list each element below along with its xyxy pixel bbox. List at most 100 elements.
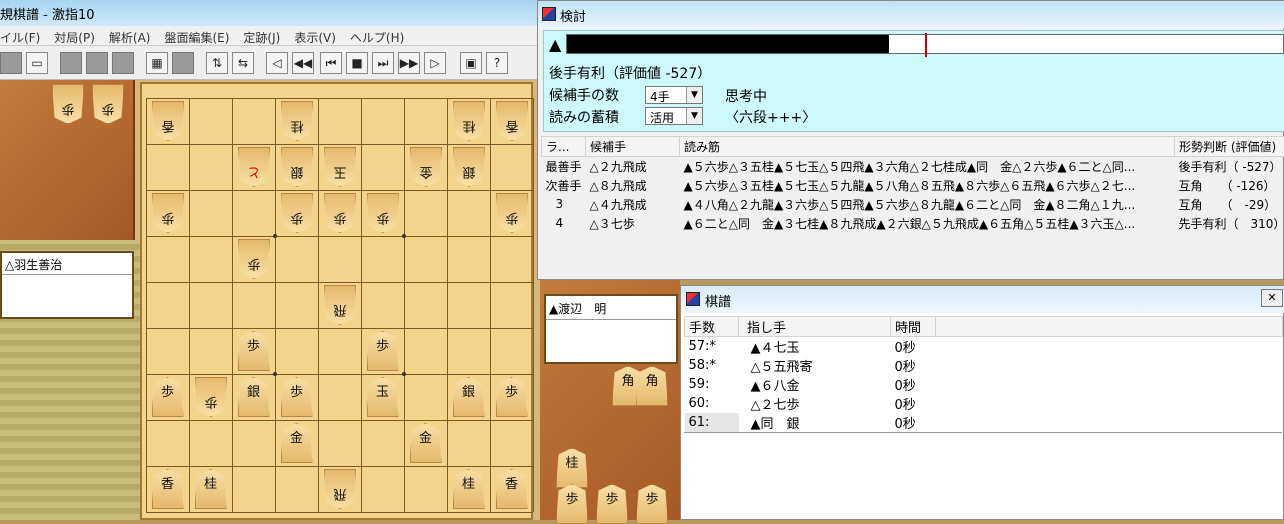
gote-board-piece[interactable]: 桂 — [281, 101, 313, 141]
sente-hand-pawn[interactable]: 歩 — [596, 484, 628, 524]
gote-board-piece[interactable]: 飛 — [324, 469, 356, 509]
chevron-down-icon[interactable]: ▼ — [686, 87, 702, 103]
monitor-icon[interactable]: ▣ — [460, 52, 482, 74]
app-icon — [686, 292, 700, 306]
sente-board-piece[interactable]: 歩 — [367, 331, 399, 371]
sente-board-piece[interactable]: 香 — [496, 469, 528, 509]
sente-board-piece[interactable]: 銀 — [238, 377, 270, 417]
move-text: ▲同 銀 — [739, 413, 891, 432]
gote-board-piece[interactable]: 歩 — [281, 193, 313, 233]
gote-board-piece[interactable]: 香 — [496, 101, 528, 141]
back-10-icon[interactable]: ◀◀ — [292, 52, 314, 74]
edit-board-icon[interactable] — [172, 52, 194, 74]
board-grid-line — [146, 466, 533, 467]
col-time[interactable]: 時間 — [891, 317, 936, 337]
gote-board-piece[interactable]: 歩 — [367, 193, 399, 233]
board-grid-line — [146, 328, 533, 329]
menu-file[interactable]: イル(F) — [0, 29, 40, 45]
gote-hand-pawn[interactable]: 歩 — [52, 84, 84, 124]
gote-board-piece[interactable]: と — [238, 147, 270, 187]
save-icon[interactable] — [60, 52, 82, 74]
sente-board-piece[interactable]: 金 — [281, 423, 313, 463]
gote-board-piece[interactable]: 歩 — [152, 193, 184, 233]
move-number: 60: — [685, 394, 739, 413]
col-move[interactable]: 候補手 — [586, 137, 680, 157]
sente-hand-pawn[interactable]: 歩 — [636, 484, 668, 524]
table-row[interactable]: 最善手 △２九飛成 ▲５六歩△３五桂▲５七玉△５四飛▲３六角△２七桂成▲同 金△… — [542, 157, 1284, 176]
menu-help[interactable]: ヘルプ(H) — [350, 29, 404, 45]
move-time: 0秒 — [891, 337, 936, 357]
gote-hand-pawn[interactable]: 歩 — [92, 84, 124, 124]
gote-board-piece[interactable]: 歩 — [496, 193, 528, 233]
candidates-select[interactable]: 4手 ▼ — [645, 86, 703, 104]
forward-branch-icon[interactable]: ▷ — [424, 52, 446, 74]
first-move-icon[interactable]: ⏮ — [320, 52, 342, 74]
close-icon[interactable]: ✕ — [1261, 289, 1283, 307]
col-rank[interactable]: ラ... — [542, 137, 586, 157]
list-item[interactable]: 58:* △５五飛寄 0秒 — [685, 356, 1283, 375]
list-item[interactable]: 59: ▲６八金 0秒 — [685, 375, 1283, 394]
sente-board-piece[interactable]: 歩 — [496, 377, 528, 417]
gote-board-piece[interactable]: 歩 — [324, 193, 356, 233]
sente-hand-knight[interactable]: 桂 — [556, 448, 588, 488]
stop-icon[interactable]: ■ — [346, 52, 368, 74]
flip-board-icon[interactable]: ⇅ — [206, 52, 228, 74]
copy-icon[interactable] — [112, 52, 134, 74]
sente-board-piece[interactable]: 桂 — [453, 469, 485, 509]
open-file-icon[interactable]: ▭ — [26, 52, 48, 74]
move-text: △５五飛寄 — [739, 356, 891, 375]
reading-select[interactable]: 活用 ▼ — [645, 107, 703, 125]
col-line[interactable]: 読み筋 — [680, 137, 1175, 157]
table-row[interactable]: 3 △４九飛成 ▲４八角△２九龍▲３六歩△５四飛▲５六歩△８九龍▲６二と△同 金… — [542, 195, 1284, 214]
row-line: ▲４八角△２九龍▲３六歩△５四飛▲５六歩△８九龍▲６二と△同 金▲８二角△１九.… — [680, 195, 1175, 214]
row-judge: 先手有利（ 310） — [1175, 214, 1284, 233]
print-icon[interactable] — [86, 52, 108, 74]
col-move-number[interactable]: 手数 — [685, 317, 739, 337]
menu-board-edit[interactable]: 盤面編集(E) — [164, 29, 229, 45]
menu-joseki[interactable]: 定跡(J) — [243, 29, 280, 45]
sente-board-piece[interactable]: 歩 — [152, 377, 184, 417]
board-icon[interactable]: ▦ — [146, 52, 168, 74]
list-item[interactable]: 60: △２七歩 0秒 — [685, 394, 1283, 413]
menu-view[interactable]: 表示(V) — [294, 29, 336, 45]
gote-player-box: △羽生善治 — [0, 251, 134, 319]
gote-board-piece[interactable]: 歩 — [238, 239, 270, 279]
list-item[interactable]: 61: ▲同 銀 0秒 — [685, 413, 1283, 432]
gote-board-piece[interactable]: 銀 — [281, 147, 313, 187]
sente-hand-bishop[interactable]: 角 — [636, 366, 668, 406]
gote-board-piece[interactable]: 銀 — [453, 147, 485, 187]
last-move-icon[interactable]: ⏭ — [372, 52, 394, 74]
move-number: 61: — [685, 413, 739, 432]
gote-board-piece[interactable]: 金 — [410, 147, 442, 187]
sente-board-piece[interactable]: 桂 — [195, 469, 227, 509]
sente-board-piece[interactable]: 金 — [410, 423, 442, 463]
chevron-down-icon[interactable]: ▼ — [686, 108, 702, 124]
shogi-board[interactable]: 香桂桂香銀玉金銀歩歩歩歩歩歩飛歩飛と歩歩歩銀歩玉銀歩金金香桂桂香 — [140, 82, 533, 520]
board-grid-line — [275, 98, 276, 512]
gote-board-piece[interactable]: 桂 — [453, 101, 485, 141]
sente-board-piece[interactable]: 歩 — [238, 331, 270, 371]
gote-board-piece[interactable]: 香 — [152, 101, 184, 141]
back-to-branch-icon[interactable]: ◁ — [266, 52, 288, 74]
gote-board-piece[interactable]: 飛 — [324, 285, 356, 325]
forward-10-icon[interactable]: ▶▶ — [398, 52, 420, 74]
sente-board-piece[interactable]: 香 — [152, 469, 184, 509]
gote-board-piece[interactable]: 歩 — [195, 377, 227, 417]
help-icon[interactable]: ? — [486, 52, 508, 74]
gote-board-piece[interactable]: 玉 — [324, 147, 356, 187]
row-judge: 互角 （ -126） — [1175, 176, 1284, 195]
sente-board-piece[interactable]: 銀 — [453, 377, 485, 417]
menu-analysis[interactable]: 解析(A) — [109, 29, 151, 45]
table-row[interactable]: 4 △３七歩 ▲６二と△同 金▲３七桂▲８九飛成▲２六銀△５九飛成▲６五角△５五… — [542, 214, 1284, 233]
col-judge[interactable]: 形勢判断 (評価値) — [1175, 137, 1284, 157]
table-row[interactable]: 次善手 △８九飛成 ▲５六歩△３五桂▲５七玉△５九龍▲５八角△８五飛▲８六歩△６… — [542, 176, 1284, 195]
new-game-icon[interactable] — [0, 52, 22, 74]
list-item[interactable]: 57:* ▲４七玉 0秒 — [685, 337, 1283, 357]
sente-board-piece[interactable]: 玉 — [367, 377, 399, 417]
menu-game[interactable]: 対局(P) — [54, 29, 95, 45]
col-move[interactable]: 指し手 — [739, 317, 891, 337]
sente-board-piece[interactable]: 歩 — [281, 377, 313, 417]
board-grid-line — [490, 98, 491, 512]
rotate-icon[interactable]: ⇆ — [232, 52, 254, 74]
sente-hand-pawn[interactable]: 歩 — [556, 484, 588, 524]
